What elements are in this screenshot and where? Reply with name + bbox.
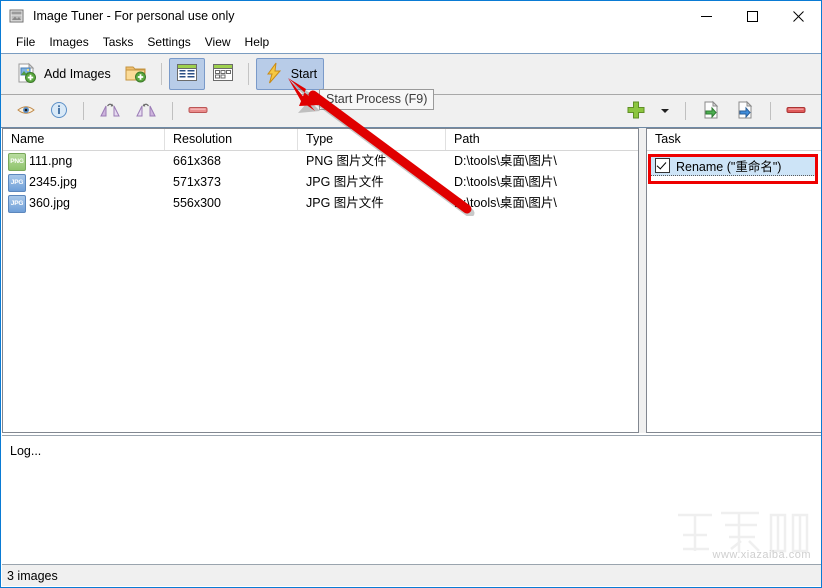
close-button[interactable] (775, 1, 821, 31)
load-task-button[interactable] (694, 95, 728, 127)
file-resolution-cell: 661x368 (173, 154, 221, 168)
menu-item-file[interactable]: File (9, 33, 42, 51)
eye-preview-icon (16, 102, 36, 121)
toolbar-separator-6 (770, 102, 771, 120)
column-header-type[interactable]: Type (298, 129, 446, 150)
task-label: Rename ("重命名") (676, 159, 782, 174)
thumbnail-view-button[interactable] (205, 58, 241, 90)
add-image-icon (16, 62, 38, 87)
export-task-icon (735, 100, 755, 123)
list-view-icon (176, 63, 198, 86)
list-view-button[interactable] (168, 58, 205, 90)
toolbar-separator-5 (685, 102, 686, 120)
remove-icon (188, 104, 208, 119)
rotate-right-button[interactable] (128, 95, 164, 127)
add-task-dropdown-button[interactable] (653, 95, 677, 127)
task-panel[interactable]: Task Rename ("重命名") (646, 128, 821, 433)
toolbar-separator-1 (160, 63, 162, 85)
table-row[interactable]: PNG 111.png 661x368 PNG 图片文件 D:\tools\桌面… (3, 151, 638, 172)
import-task-icon (701, 100, 721, 123)
plus-icon (626, 100, 646, 123)
start-button[interactable]: Start (255, 58, 325, 90)
remove-image-button[interactable] (181, 95, 215, 127)
remove-task-button[interactable] (779, 95, 813, 127)
toolbar-separator-4 (172, 102, 173, 120)
status-bar: 3 images (2, 564, 821, 586)
file-resolution-cell: 571x373 (173, 175, 221, 189)
menu-item-view[interactable]: View (198, 33, 238, 51)
start-label: Start (290, 67, 318, 81)
menu-item-help[interactable]: Help (238, 33, 277, 51)
menu-item-settings[interactable]: Settings (140, 33, 197, 51)
column-header-resolution[interactable]: Resolution (165, 129, 298, 150)
file-name-label: 111.png (29, 154, 73, 168)
file-name-label: 360.jpg (29, 196, 71, 210)
info-icon (50, 101, 68, 122)
remove-icon (786, 104, 806, 119)
lightning-bolt-icon (263, 62, 285, 87)
log-text: Log... (10, 444, 42, 458)
panel-splitter[interactable] (639, 128, 646, 433)
add-folder-icon (125, 62, 147, 87)
png-file-icon: PNG (8, 152, 26, 171)
table-row[interactable]: JPG 360.jpg 556x300 JPG 图片文件 D:\tools\桌面… (3, 193, 638, 214)
file-type-cell: PNG 图片文件 (306, 154, 387, 168)
window-title: Image Tuner - For personal use only (33, 9, 235, 23)
file-name-cell: JPG 2345.jpg (3, 172, 165, 193)
file-path-cell: D:\tools\桌面\图片\ (454, 196, 557, 210)
menu-bar: File Images Tasks Settings View Help (1, 31, 821, 54)
info-button[interactable] (43, 95, 75, 127)
task-checkbox[interactable] (655, 157, 670, 173)
status-image-count: 3 images (7, 568, 58, 583)
file-resolution-cell: 556x300 (173, 196, 221, 210)
window-controls (683, 1, 821, 31)
rotate-left-icon (99, 101, 121, 122)
chevron-down-icon (660, 104, 670, 118)
thumbnail-view-icon (212, 63, 234, 86)
log-area[interactable]: Log... (2, 435, 821, 566)
column-header-name[interactable]: Name (3, 129, 165, 150)
file-list-panel[interactable]: Name Resolution Type Path PNG 111.png 66… (2, 128, 639, 433)
column-header-path[interactable]: Path (446, 129, 636, 150)
start-process-tooltip: Start Process (F9) (319, 89, 435, 110)
list-item[interactable]: Rename ("重命名") (650, 154, 818, 176)
file-type-cell: JPG 图片文件 (306, 175, 384, 189)
jpg-file-icon: JPG (8, 194, 26, 213)
column-header-task[interactable]: Task (647, 129, 821, 151)
app-window-icon (9, 8, 25, 24)
file-name-cell: PNG 111.png (3, 151, 165, 172)
file-type-cell: JPG 图片文件 (306, 196, 384, 210)
image-tuner-window: Image Tuner - For personal use only File… (0, 0, 822, 588)
file-name-label: 2345.jpg (29, 175, 77, 189)
add-folder-button[interactable] (118, 58, 154, 90)
toolbar-separator-3 (83, 102, 84, 120)
rotate-right-icon (135, 101, 157, 122)
minimize-button[interactable] (683, 1, 729, 31)
save-task-button[interactable] (728, 95, 762, 127)
menu-item-tasks[interactable]: Tasks (96, 33, 141, 51)
file-path-cell: D:\tools\桌面\图片\ (454, 154, 557, 168)
file-path-cell: D:\tools\桌面\图片\ (454, 175, 557, 189)
add-task-button[interactable] (619, 95, 653, 127)
preview-button[interactable] (9, 95, 43, 127)
menu-item-images[interactable]: Images (42, 33, 95, 51)
rotate-left-button[interactable] (92, 95, 128, 127)
title-bar: Image Tuner - For personal use only (1, 1, 821, 31)
add-images-label: Add Images (44, 67, 111, 81)
main-split-area: Name Resolution Type Path PNG 111.png 66… (2, 128, 821, 433)
toolbar-separator-2 (247, 63, 249, 85)
maximize-button[interactable] (729, 1, 775, 31)
table-row[interactable]: JPG 2345.jpg 571x373 JPG 图片文件 D:\tools\桌… (3, 172, 638, 193)
jpg-file-icon: JPG (8, 173, 26, 192)
file-list-header: Name Resolution Type Path (3, 129, 638, 151)
file-name-cell: JPG 360.jpg (3, 193, 165, 214)
add-images-button[interactable]: Add Images (9, 58, 118, 90)
